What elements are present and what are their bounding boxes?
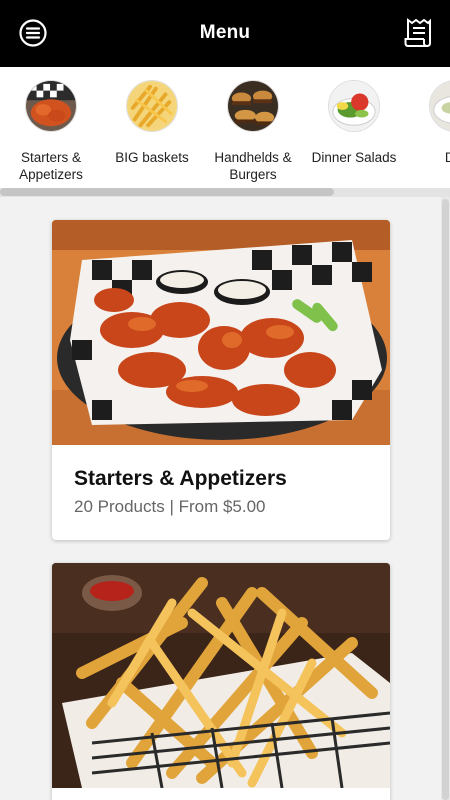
card-subtitle: 20 Products | From $5.00 bbox=[74, 497, 266, 516]
category-starters[interactable]: Starters & Appetizers bbox=[0, 80, 102, 183]
page-scroll-thumb[interactable] bbox=[442, 199, 449, 800]
fries-basket-image bbox=[52, 563, 390, 788]
fries-thumbnail bbox=[126, 80, 178, 132]
category-card-big-baskets[interactable] bbox=[52, 563, 390, 800]
burgers-thumbnail bbox=[227, 80, 279, 132]
page-title: Menu bbox=[199, 22, 251, 43]
category-label: Din bbox=[444, 150, 450, 165]
category-handhelds[interactable]: Handhelds & Burgers bbox=[202, 80, 304, 183]
top-app-bar: Menu bbox=[0, 0, 450, 67]
buffalo-wings-image bbox=[52, 220, 390, 445]
wings-thumbnail bbox=[25, 80, 77, 132]
category-strip[interactable]: Starters & Appetizers BIG baskets Handhe… bbox=[0, 67, 450, 197]
category-big-baskets[interactable]: BIG baskets bbox=[101, 80, 203, 166]
category-card-starters[interactable]: Starters & Appetizers 20 Products | From… bbox=[52, 220, 390, 540]
category-label: Dinner Salads bbox=[311, 150, 397, 165]
receipt-icon[interactable] bbox=[404, 17, 434, 49]
category-dinner[interactable]: Din bbox=[404, 80, 450, 166]
card-title: Starters & Appetizers bbox=[74, 467, 287, 490]
salad-thumbnail bbox=[328, 80, 380, 132]
category-scroll-thumb[interactable] bbox=[0, 188, 334, 196]
category-label: BIG baskets bbox=[115, 150, 189, 165]
category-label: Starters & Appetizers bbox=[19, 150, 83, 182]
category-dinner-salads[interactable]: Dinner Salads bbox=[303, 80, 405, 166]
dinner-thumbnail bbox=[429, 80, 450, 132]
category-label: Handhelds & Burgers bbox=[214, 150, 292, 182]
